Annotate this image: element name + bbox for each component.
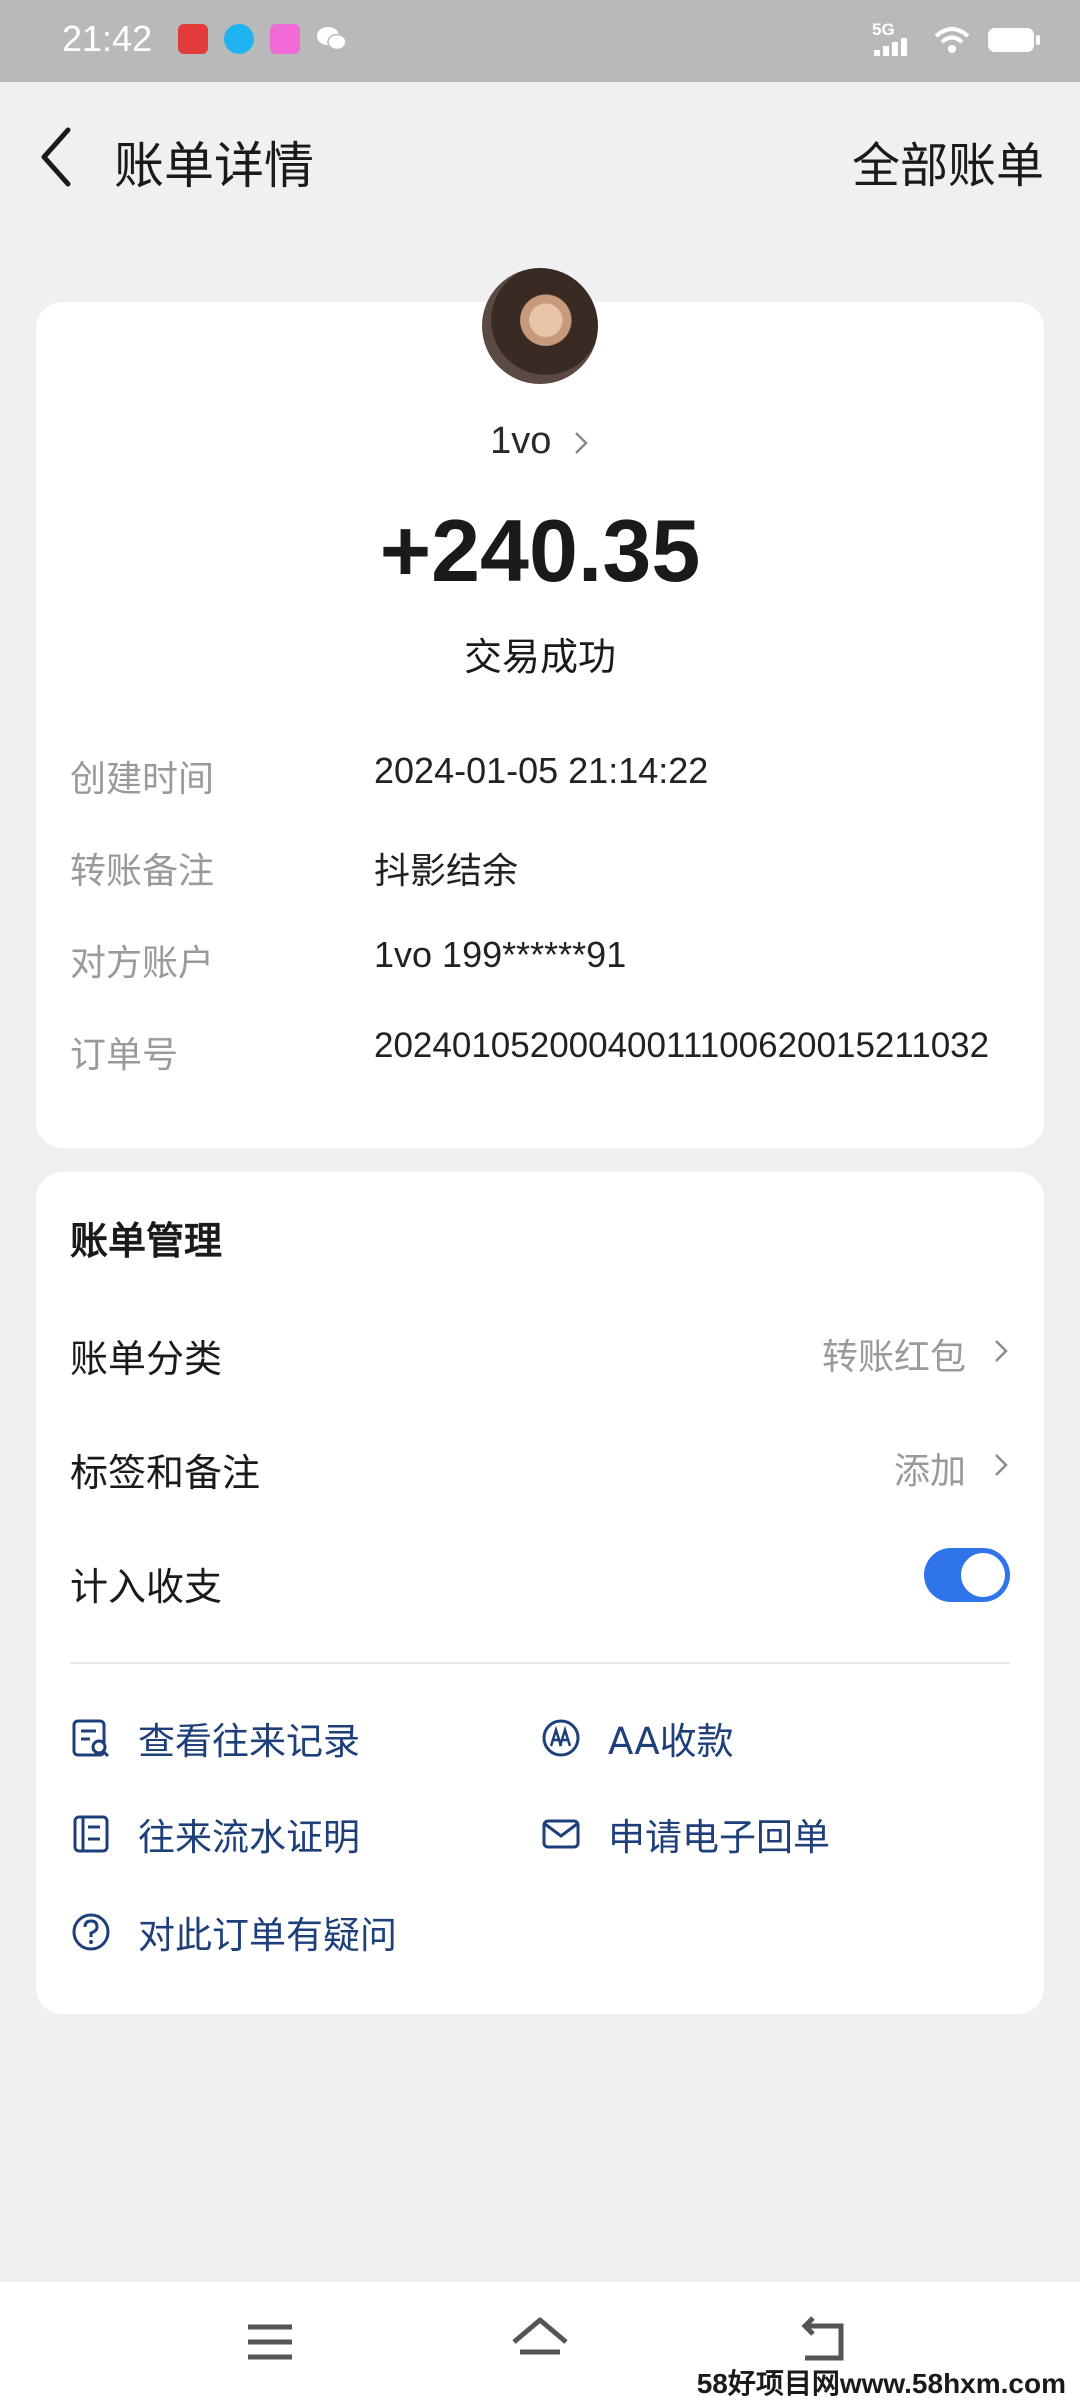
- notification-icons: [178, 24, 348, 54]
- row-label: 账单分类: [70, 1337, 223, 1381]
- info-value: 2024-01-05 21:14:22: [374, 750, 709, 791]
- qq-icon: [224, 24, 254, 54]
- avatar[interactable]: [482, 268, 598, 384]
- chevron-right-icon: [575, 432, 588, 454]
- info-value: 抖影结余: [374, 850, 519, 891]
- toggle-knob: [961, 1553, 1005, 1597]
- aa-icon: [542, 1719, 580, 1757]
- e-receipt-action[interactable]: 申请电子回单: [540, 1804, 830, 1864]
- status-time: 21:42: [62, 18, 153, 59]
- row-label: 计入收支: [70, 1565, 223, 1609]
- page-title: 账单详情: [114, 137, 314, 195]
- count-in-toggle[interactable]: [924, 1548, 1010, 1602]
- bill-category-row[interactable]: 账单分类 转账红包: [70, 1316, 1010, 1386]
- home-icon[interactable]: [510, 2312, 570, 2372]
- wechat-icon: [317, 27, 347, 51]
- menu-icon[interactable]: [240, 2312, 300, 2372]
- info-row-counterparty-account: 对方账户 1vo 199******91: [70, 934, 1030, 994]
- info-value[interactable]: 20240105200040011100620015211032: [374, 1026, 989, 1066]
- info-label: 创建时间: [70, 759, 215, 800]
- counterparty-label: 1vo: [490, 420, 552, 462]
- info-row-order-number: 订单号 20240105200040011100620015211032: [70, 1026, 1030, 1086]
- info-label: 转账备注: [70, 851, 215, 892]
- count-in-row: 计入收支: [70, 1544, 1010, 1614]
- all-bills-link[interactable]: 全部账单: [852, 126, 1044, 196]
- aa-collection-action[interactable]: AA收款: [540, 1708, 734, 1768]
- action-label: 往来流水证明: [138, 1816, 360, 1859]
- wifi-icon: [934, 27, 970, 53]
- section-title: 账单管理: [70, 1219, 223, 1263]
- document-icon: [73, 1815, 109, 1853]
- info-row-transfer-note: 转账备注 抖影结余: [70, 842, 1030, 902]
- action-label: 查看往来记录: [138, 1720, 360, 1763]
- chevron-right-icon: [995, 1340, 1008, 1362]
- action-label: 对此订单有疑问: [138, 1914, 397, 1957]
- order-question-action[interactable]: 对此订单有疑问: [70, 1902, 397, 1962]
- row-value: 转账红包: [821, 1337, 966, 1378]
- info-value: 1vo 199******91: [374, 934, 627, 975]
- transaction-detail-card: 1vo +240.35 交易成功 创建时间 2024-01-05 21:14:2…: [36, 302, 1044, 1148]
- tags-notes-row[interactable]: 标签和备注 添加: [70, 1430, 1010, 1500]
- statement-proof-action[interactable]: 往来流水证明: [70, 1804, 360, 1864]
- chevron-right-icon: [995, 1454, 1008, 1476]
- counterparty-name[interactable]: 1vo: [36, 420, 1044, 463]
- action-label: AA收款: [608, 1720, 734, 1763]
- bill-management-card: 账单管理 账单分类 转账红包 标签和备注 添加 计入收支 查看往来记录 AA收款…: [36, 1172, 1044, 2014]
- question-icon: [72, 1913, 110, 1951]
- info-label: 订单号: [70, 1035, 179, 1076]
- news-app-icon: [178, 24, 208, 54]
- record-search-icon: [72, 1719, 110, 1758]
- row-value: 添加: [893, 1451, 966, 1492]
- divider: [70, 1662, 1010, 1664]
- action-label: 申请电子回单: [608, 1816, 830, 1859]
- transaction-status: 交易成功: [463, 635, 616, 679]
- nav-header: 账单详情 全部账单: [0, 82, 1080, 232]
- signal-5g-icon: 5G: [872, 20, 918, 58]
- info-row-created-time: 创建时间 2024-01-05 21:14:22: [70, 750, 1030, 810]
- battery-icon: [988, 28, 1040, 52]
- transaction-amount: +240.35: [379, 501, 701, 600]
- view-history-action[interactable]: 查看往来记录: [70, 1708, 360, 1768]
- watermark: 58好项目网www.58hxm.com: [692, 2362, 1070, 2402]
- camera-app-icon: [270, 24, 300, 54]
- back-icon[interactable]: [36, 122, 76, 192]
- system-nav-bar: 58好项目网www.58hxm.com: [0, 2282, 1080, 2408]
- status-bar: 21:42 5G: [0, 0, 1080, 82]
- system-icons: 5G: [872, 20, 1042, 58]
- info-label: 对方账户: [70, 943, 215, 984]
- envelope-icon: [542, 1819, 580, 1849]
- row-label: 标签和备注: [70, 1451, 261, 1495]
